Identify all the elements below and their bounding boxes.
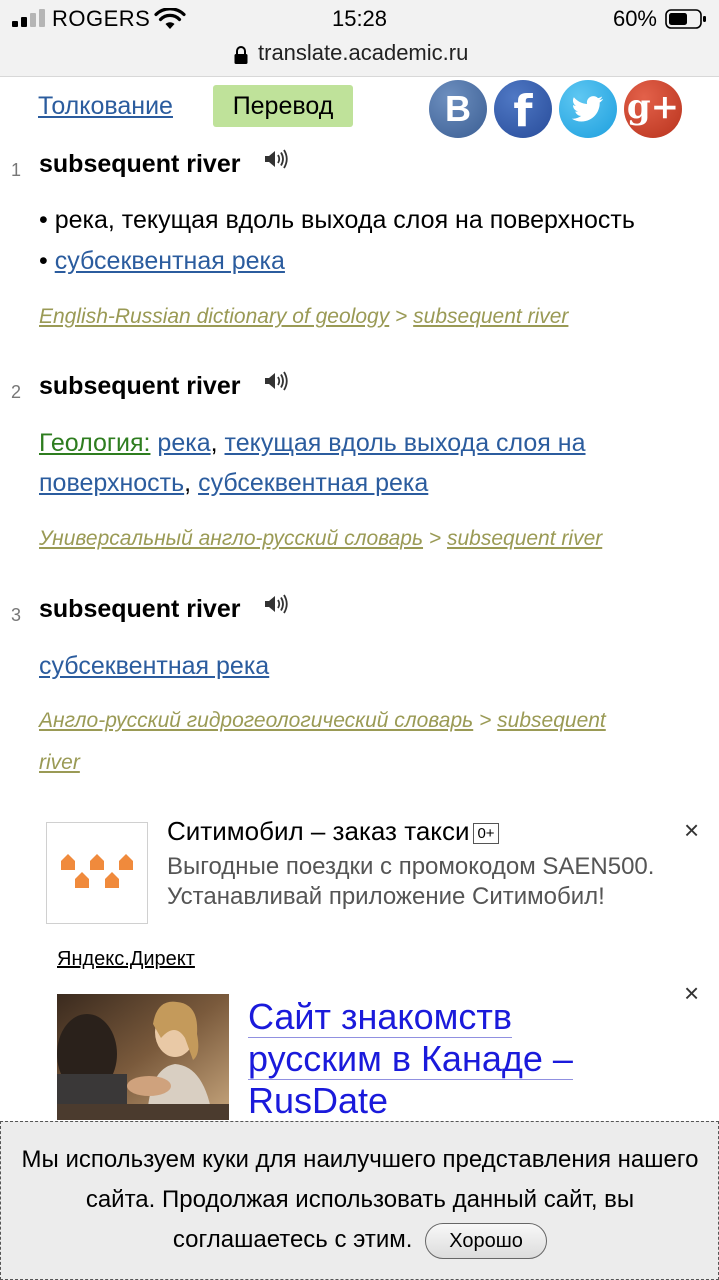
dictionary-source: English-Russian dictionary of geology > … <box>39 305 569 328</box>
translation-link[interactable]: субсеквентная река <box>55 247 285 275</box>
dictionary-source: Универсальный англо-русский словарь > su… <box>39 527 603 550</box>
translation-link[interactable]: субсеквентная река <box>39 652 269 680</box>
translation-link[interactable]: река <box>157 429 210 457</box>
clock: 15:28 <box>331 6 388 31</box>
entry-number: 2 <box>11 382 22 402</box>
address-bar[interactable]: translate.academic.ru <box>0 36 719 77</box>
cookie-accept-button[interactable]: Хорошо <box>425 1222 548 1259</box>
term-link[interactable]: subsequent <box>497 709 606 732</box>
dictionary-link[interactable]: Универсальный англо-русский словарь <box>39 527 423 550</box>
translation-link[interactable]: субсеквентная река <box>198 469 428 497</box>
dictionary-source: Англо-русский гидрогеологический словарь… <box>39 709 606 732</box>
battery-icon <box>665 9 706 29</box>
facebook-share-icon[interactable]: f <box>494 80 552 138</box>
speaker-icon[interactable] <box>263 593 289 615</box>
close-icon[interactable]: × <box>684 815 699 846</box>
dictionary-source-continued: river <box>39 751 80 775</box>
ad-network-link[interactable]: Яндекс.Директ <box>57 948 195 971</box>
ad-logo[interactable] <box>46 822 148 924</box>
term-link[interactable]: subsequent river <box>447 527 602 550</box>
entry-title: subsequent river <box>39 372 241 400</box>
dictionary-link[interactable]: Англо-русский гидрогеологический словарь <box>39 709 473 732</box>
dictionary-link[interactable]: English-Russian dictionary of geology <box>39 305 389 328</box>
speaker-icon[interactable] <box>263 370 289 392</box>
status-bar: ROGERS 15:28 60% <box>0 0 719 36</box>
ad-description[interactable]: Выгодные поездки с промокодом SAEN500. У… <box>167 852 687 912</box>
vk-share-icon[interactable]: В <box>429 80 487 138</box>
domain-label[interactable]: Геология: <box>39 429 150 457</box>
ad-headline-link[interactable]: Сайт знакомств русским в Канаде – RusDat… <box>248 996 688 1122</box>
cookie-banner: Мы используем куки для наилучшего предст… <box>0 1121 719 1280</box>
tab-interpretation[interactable]: Толкование <box>38 92 173 121</box>
speaker-icon[interactable] <box>263 148 289 170</box>
term-link[interactable]: river <box>39 751 80 774</box>
translation-item: субсеквентная река <box>39 652 269 681</box>
ad-title[interactable]: Ситимобил – заказ такси 0+ <box>167 816 499 847</box>
translation-link[interactable]: текущая вдоль выхода слоя на <box>225 429 586 457</box>
tab-translation[interactable]: Перевод <box>213 85 353 127</box>
battery-percent: 60% <box>612 6 657 31</box>
translation-paragraph: Геология: река, текущая вдоль выхода сло… <box>39 429 586 497</box>
close-icon[interactable]: × <box>684 978 699 1009</box>
twitter-share-icon[interactable] <box>559 80 617 138</box>
translation-item: • река, текущая вдоль выхода слоя на пов… <box>39 206 635 234</box>
ad-image[interactable] <box>57 994 229 1120</box>
translation-link[interactable]: поверхность <box>39 469 184 497</box>
lock-icon <box>234 46 248 64</box>
entry-title: subsequent river <box>39 595 241 623</box>
entry-title: subsequent river <box>39 150 241 178</box>
translation-item: • субсеквентная река <box>39 247 285 275</box>
cookie-text: Мы используем куки для наилучшего предст… <box>11 1140 709 1260</box>
age-badge: 0+ <box>473 822 499 844</box>
entry-number: 3 <box>11 605 22 625</box>
term-link[interactable]: subsequent river <box>413 305 568 328</box>
entry-number: 1 <box>11 160 22 180</box>
google-plus-share-icon[interactable]: g+ <box>624 80 682 138</box>
url-text[interactable]: translate.academic.ru <box>258 40 468 66</box>
